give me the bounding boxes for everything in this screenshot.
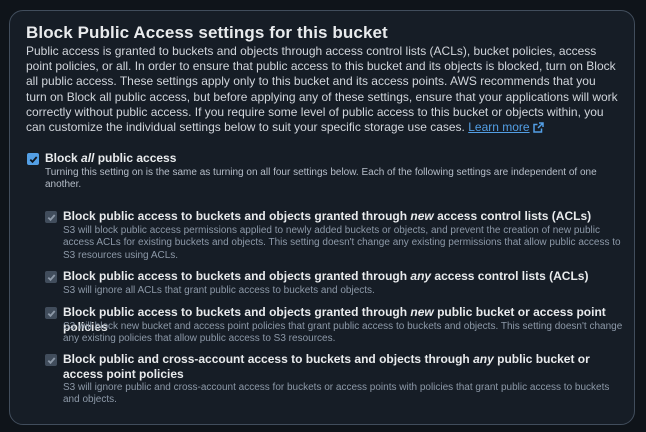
block-public-access-panel: Block Public Access settings for this bu… <box>9 10 635 425</box>
checkmark-icon <box>29 155 37 163</box>
option-any-policies-checkbox[interactable] <box>45 354 57 366</box>
option-any-policies-label-emphasis[interactable]: any <box>473 352 494 366</box>
option-new-policies-checkbox[interactable] <box>45 307 57 319</box>
option-new-acls-label[interactable]: Block public access to buckets and objec… <box>63 209 623 224</box>
block-all-label-prefix[interactable]: Block <box>45 151 81 165</box>
option-any-acls-label-suffix[interactable]: access control lists (ACLs) <box>431 269 588 283</box>
block-all-label-emphasis[interactable]: all <box>81 151 94 165</box>
option-any-policies-label[interactable]: Block public and cross-account access to… <box>63 352 623 382</box>
learn-more-link[interactable]: Learn more <box>468 120 544 137</box>
block-all-description: Turning this setting on is the same as t… <box>45 167 597 191</box>
option-any-acls-description: S3 will ignore all ACLs that grant publi… <box>63 285 375 296</box>
block-all-label-suffix[interactable]: public access <box>94 151 177 165</box>
option-any-acls-checkbox[interactable] <box>45 271 57 283</box>
checkmark-icon <box>47 309 55 317</box>
checkmark-icon <box>47 213 55 221</box>
option-new-policies-label-prefix[interactable]: Block public access to buckets and objec… <box>63 305 410 319</box>
checkmark-icon <box>47 356 55 364</box>
option-new-acls-label-emphasis[interactable]: new <box>410 209 433 223</box>
panel-title: Block Public Access settings for this bu… <box>26 23 388 42</box>
option-any-acls-label-emphasis[interactable]: any <box>410 269 431 283</box>
option-any-acls-label[interactable]: Block public access to buckets and objec… <box>63 269 623 284</box>
panel-description: Public access is granted to buckets and … <box>26 44 618 137</box>
external-link-icon[interactable] <box>532 122 544 137</box>
checkmark-icon <box>47 273 55 281</box>
block-all-label[interactable]: Block all public access <box>45 151 176 165</box>
option-new-policies-description: S3 will block new bucket and access poin… <box>63 321 623 345</box>
option-any-policies-description: S3 will ignore public and cross-account … <box>63 382 610 406</box>
option-new-policies-label-emphasis[interactable]: new <box>410 305 433 319</box>
option-any-policies-label-prefix[interactable]: Block public and cross-account access to… <box>63 352 473 366</box>
option-any-acls-label-prefix[interactable]: Block public access to buckets and objec… <box>63 269 410 283</box>
option-new-acls-label-prefix[interactable]: Block public access to buckets and objec… <box>63 209 410 223</box>
learn-more-label[interactable]: Learn more <box>468 120 529 134</box>
option-new-acls-label-suffix[interactable]: access control lists (ACLs) <box>434 209 591 223</box>
block-all-checkbox[interactable] <box>27 153 39 165</box>
option-new-acls-checkbox[interactable] <box>45 211 57 223</box>
option-new-acls-description: S3 will block public access permissions … <box>63 225 621 261</box>
